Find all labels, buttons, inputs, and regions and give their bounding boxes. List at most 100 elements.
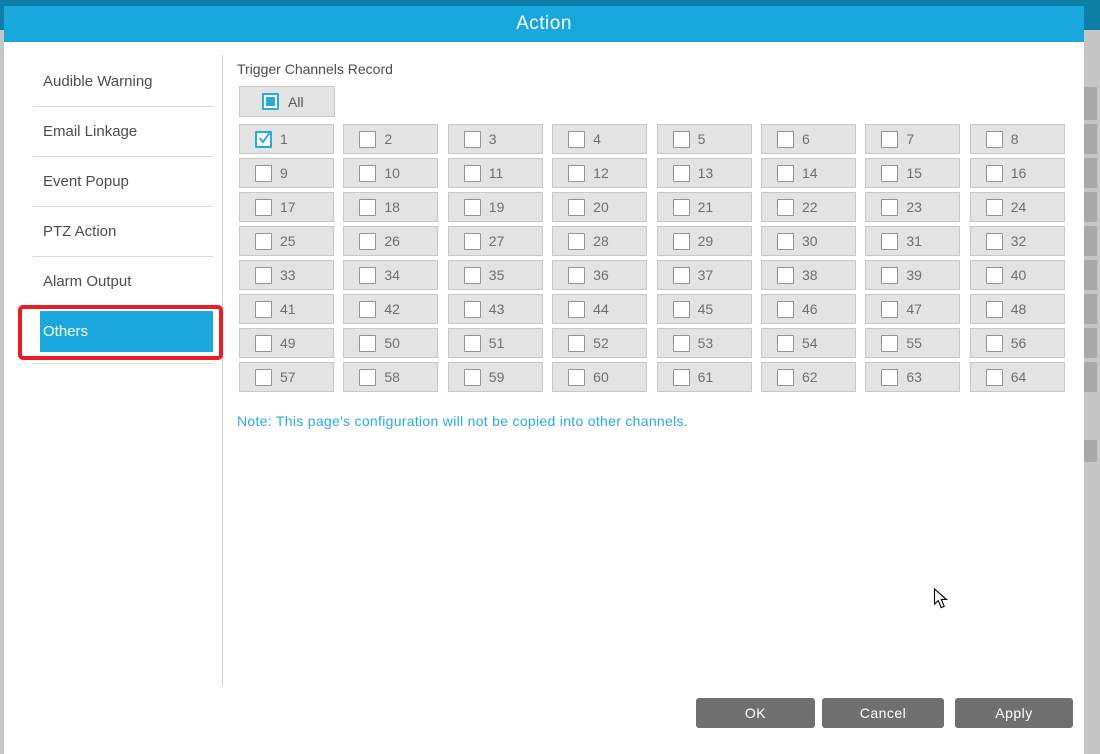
- channel-cell-29[interactable]: 29: [657, 226, 752, 256]
- channel-cell-23[interactable]: 23: [865, 192, 960, 222]
- channel-cell-38[interactable]: 38: [761, 260, 856, 290]
- channel-cell-62[interactable]: 62: [761, 362, 856, 392]
- ok-button[interactable]: OK: [696, 698, 815, 728]
- channel-cell-1[interactable]: 1: [239, 124, 334, 154]
- channel-cell-58[interactable]: 58: [343, 362, 438, 392]
- channel-checkbox[interactable]: [673, 335, 690, 352]
- channel-checkbox[interactable]: [464, 267, 481, 284]
- channel-cell-33[interactable]: 33: [239, 260, 334, 290]
- channel-cell-40[interactable]: 40: [970, 260, 1065, 290]
- channel-cell-51[interactable]: 51: [448, 328, 543, 358]
- channel-cell-47[interactable]: 47: [865, 294, 960, 324]
- channel-cell-56[interactable]: 56: [970, 328, 1065, 358]
- channel-checkbox[interactable]: [673, 199, 690, 216]
- channel-checkbox[interactable]: [359, 233, 376, 250]
- channel-cell-52[interactable]: 52: [552, 328, 647, 358]
- channel-checkbox[interactable]: [673, 233, 690, 250]
- channel-cell-18[interactable]: 18: [343, 192, 438, 222]
- channel-checkbox[interactable]: [881, 267, 898, 284]
- channel-cell-26[interactable]: 26: [343, 226, 438, 256]
- channel-cell-46[interactable]: 46: [761, 294, 856, 324]
- channel-checkbox[interactable]: [673, 131, 690, 148]
- channel-checkbox[interactable]: [568, 199, 585, 216]
- channel-checkbox[interactable]: [255, 301, 272, 318]
- channel-checkbox[interactable]: [777, 233, 794, 250]
- channel-checkbox[interactable]: [255, 369, 272, 386]
- channel-cell-7[interactable]: 7: [865, 124, 960, 154]
- channel-checkbox[interactable]: [359, 335, 376, 352]
- channel-cell-57[interactable]: 57: [239, 362, 334, 392]
- channel-cell-32[interactable]: 32: [970, 226, 1065, 256]
- channel-cell-64[interactable]: 64: [970, 362, 1065, 392]
- sidebar-item-others[interactable]: Others: [40, 311, 213, 352]
- channel-cell-21[interactable]: 21: [657, 192, 752, 222]
- channel-checkbox[interactable]: [568, 165, 585, 182]
- channel-cell-25[interactable]: 25: [239, 226, 334, 256]
- channel-cell-36[interactable]: 36: [552, 260, 647, 290]
- channel-checkbox[interactable]: [255, 267, 272, 284]
- channel-cell-53[interactable]: 53: [657, 328, 752, 358]
- channel-checkbox[interactable]: [464, 233, 481, 250]
- channel-checkbox[interactable]: [777, 369, 794, 386]
- channel-checkbox[interactable]: [673, 301, 690, 318]
- channel-checkbox-checked[interactable]: [255, 131, 272, 148]
- channel-cell-34[interactable]: 34: [343, 260, 438, 290]
- channel-checkbox[interactable]: [881, 301, 898, 318]
- channel-checkbox[interactable]: [464, 301, 481, 318]
- channel-checkbox[interactable]: [568, 301, 585, 318]
- channel-checkbox[interactable]: [777, 199, 794, 216]
- channel-cell-2[interactable]: 2: [343, 124, 438, 154]
- channel-cell-60[interactable]: 60: [552, 362, 647, 392]
- channel-cell-20[interactable]: 20: [552, 192, 647, 222]
- channel-checkbox[interactable]: [359, 165, 376, 182]
- channel-checkbox[interactable]: [986, 199, 1003, 216]
- all-checkbox-indeterminate[interactable]: [262, 93, 279, 110]
- channel-cell-35[interactable]: 35: [448, 260, 543, 290]
- channel-cell-59[interactable]: 59: [448, 362, 543, 392]
- channel-checkbox[interactable]: [881, 199, 898, 216]
- channel-checkbox[interactable]: [568, 233, 585, 250]
- channel-checkbox[interactable]: [986, 131, 1003, 148]
- channel-cell-16[interactable]: 16: [970, 158, 1065, 188]
- channel-cell-22[interactable]: 22: [761, 192, 856, 222]
- channel-checkbox[interactable]: [777, 301, 794, 318]
- channel-checkbox[interactable]: [464, 199, 481, 216]
- channel-checkbox[interactable]: [568, 267, 585, 284]
- channel-cell-10[interactable]: 10: [343, 158, 438, 188]
- channel-cell-28[interactable]: 28: [552, 226, 647, 256]
- channel-checkbox[interactable]: [568, 131, 585, 148]
- channel-checkbox[interactable]: [673, 267, 690, 284]
- sidebar-item-email-linkage[interactable]: Email Linkage: [33, 106, 213, 156]
- sidebar-item-audible-warning[interactable]: Audible Warning: [33, 56, 213, 106]
- channel-checkbox[interactable]: [777, 131, 794, 148]
- channel-checkbox[interactable]: [777, 335, 794, 352]
- channel-cell-61[interactable]: 61: [657, 362, 752, 392]
- channel-checkbox[interactable]: [986, 233, 1003, 250]
- channel-cell-63[interactable]: 63: [865, 362, 960, 392]
- channel-cell-9[interactable]: 9: [239, 158, 334, 188]
- channel-cell-14[interactable]: 14: [761, 158, 856, 188]
- channel-checkbox[interactable]: [881, 165, 898, 182]
- channel-cell-31[interactable]: 31: [865, 226, 960, 256]
- channel-checkbox[interactable]: [255, 199, 272, 216]
- channel-checkbox[interactable]: [359, 267, 376, 284]
- channel-checkbox[interactable]: [673, 165, 690, 182]
- channel-cell-11[interactable]: 11: [448, 158, 543, 188]
- channel-checkbox[interactable]: [464, 335, 481, 352]
- channel-cell-19[interactable]: 19: [448, 192, 543, 222]
- channel-checkbox[interactable]: [359, 301, 376, 318]
- channel-checkbox[interactable]: [464, 165, 481, 182]
- channel-checkbox[interactable]: [881, 233, 898, 250]
- sidebar-item-alarm-output[interactable]: Alarm Output: [33, 256, 213, 306]
- channel-cell-45[interactable]: 45: [657, 294, 752, 324]
- all-checkbox-button[interactable]: All: [239, 86, 335, 117]
- channel-cell-15[interactable]: 15: [865, 158, 960, 188]
- sidebar-item-ptz-action[interactable]: PTZ Action: [33, 206, 213, 256]
- apply-button[interactable]: Apply: [955, 698, 1073, 728]
- channel-cell-55[interactable]: 55: [865, 328, 960, 358]
- channel-cell-50[interactable]: 50: [343, 328, 438, 358]
- channel-cell-27[interactable]: 27: [448, 226, 543, 256]
- channel-cell-42[interactable]: 42: [343, 294, 438, 324]
- channel-cell-24[interactable]: 24: [970, 192, 1065, 222]
- channel-cell-12[interactable]: 12: [552, 158, 647, 188]
